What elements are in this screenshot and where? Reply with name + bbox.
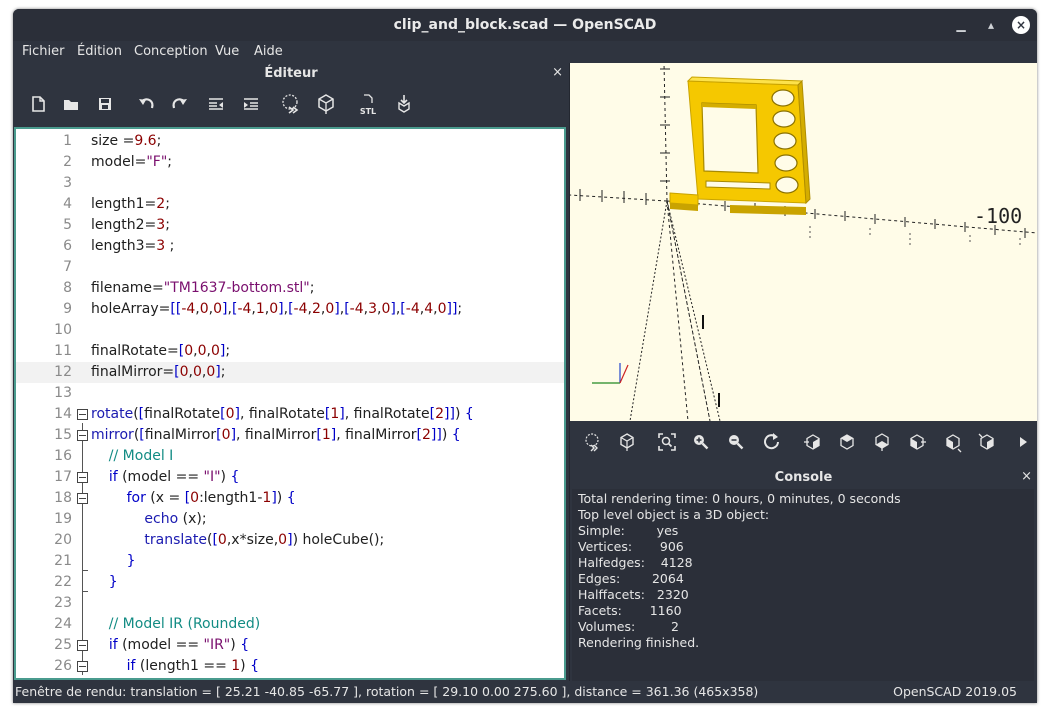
open-file-icon[interactable]	[58, 91, 84, 117]
console-line: Halfedges: 4128	[578, 555, 693, 570]
console-output[interactable]: Total rendering time: 0 hours, 0 minutes…	[572, 489, 1034, 681]
fold-toggle-icon[interactable]	[77, 430, 88, 441]
version-label: OpenSCAD 2019.05	[893, 684, 1017, 699]
view-back-icon[interactable]	[976, 431, 998, 453]
redo-icon[interactable]	[167, 91, 193, 117]
save-icon[interactable]	[92, 91, 118, 117]
code-line: 11 finalRotate=[0,0,0];	[54, 343, 231, 359]
fold-toggle-icon[interactable]	[77, 640, 88, 651]
console-title: Console	[774, 470, 833, 485]
zoom-in-icon[interactable]	[690, 431, 712, 453]
code-line: 8 filename="TM1637-bottom.stl";	[63, 280, 315, 296]
code-editor[interactable]: 1 size =9.6; 2 model="F"; 3 4 length1=2; 5l…	[14, 127, 566, 680]
code-line: 17 if (model == "I") {	[54, 469, 240, 485]
zoom-out-icon[interactable]	[725, 431, 747, 453]
menu-vue[interactable]: Vue	[215, 44, 239, 59]
editor-pane: Éditeur × STL 1 size =9.6; 2 model="F"; …	[13, 63, 569, 681]
fold-toggle-icon[interactable]	[77, 409, 88, 420]
indent-icon[interactable]	[238, 91, 264, 117]
code-line: 3	[63, 175, 72, 191]
code-line: 10	[54, 322, 72, 338]
render-icon[interactable]	[313, 91, 339, 117]
maximize-icon[interactable]: ▴	[983, 17, 999, 33]
view-right-icon[interactable]	[802, 431, 824, 453]
code-line: 5 length2=3;	[63, 217, 170, 233]
code-line: 6 length3=3 ;	[63, 238, 175, 254]
render-icon[interactable]	[616, 431, 638, 453]
menu-bar: Fichier Édition Conception Vue Aide	[13, 41, 1037, 63]
new-file-icon[interactable]	[25, 91, 51, 117]
svg-text:-100: -100	[974, 204, 1022, 228]
view-top-icon[interactable]	[836, 431, 858, 453]
view-front-icon[interactable]	[942, 431, 964, 453]
code-line: 16 // Model I	[54, 448, 174, 464]
code-line: 26 if (length1 == 1) {	[54, 658, 260, 674]
code-line: 24 // Model IR (Rounded)	[54, 616, 261, 632]
console-line: Vertices: 906	[578, 539, 684, 554]
code-line: 19 echo (x);	[54, 511, 207, 527]
title-bar: clip_and_block.scad — OpenSCAD ▁ ▴ ×	[13, 9, 1037, 41]
menu-aide[interactable]: Aide	[254, 44, 283, 59]
console-line: Volumes: 2	[578, 619, 679, 634]
code-line: 4 length1=2;	[63, 196, 170, 212]
console-close-button[interactable]: ×	[1021, 469, 1032, 484]
close-window-icon[interactable]: ×	[1012, 16, 1030, 34]
3d-scene: -100	[570, 63, 1037, 421]
preview-icon[interactable]	[582, 431, 604, 453]
code-line: 7	[63, 259, 72, 275]
console-line: Rendering finished.	[578, 635, 700, 650]
code-line: 18 for (x = [0:length1-1]) {	[54, 490, 296, 506]
editor-close-button[interactable]: ×	[552, 63, 563, 83]
code-line: 25 if (model == "IR") {	[54, 637, 250, 653]
code-line-current: 12 finalMirror=[0,0,0];	[16, 362, 564, 383]
3d-viewport[interactable]: -100	[570, 63, 1037, 421]
menu-fichier[interactable]: Fichier	[22, 44, 65, 59]
code-line: 22 }	[54, 574, 118, 590]
console-line: Top level object is a 3D object:	[578, 507, 770, 522]
console-line: Simple: yes	[578, 523, 679, 538]
console-line: Total rendering time: 0 hours, 0 minutes…	[578, 491, 901, 506]
code-line: 1 size =9.6;	[63, 133, 162, 149]
status-bar: Fenêtre de rendu: translation = [ 25.21 …	[13, 681, 1037, 703]
fold-toggle-icon[interactable]	[77, 493, 88, 504]
view-bottom-icon[interactable]	[871, 431, 893, 453]
code-line: 13	[54, 385, 72, 401]
code-line: 2 model="F";	[63, 154, 172, 170]
unindent-icon[interactable]	[203, 91, 229, 117]
minimize-icon[interactable]: ▁	[953, 17, 969, 33]
menu-conception[interactable]: Conception	[134, 44, 208, 59]
view-all-icon[interactable]	[656, 431, 678, 453]
code-line: 14 rotate([finalRotate[0], finalRotate[1]…	[54, 406, 474, 422]
window-title: clip_and_block.scad — OpenSCAD	[393, 17, 657, 33]
more-icon[interactable]	[1012, 431, 1034, 453]
menu-edition[interactable]: Édition	[77, 44, 122, 59]
reset-view-icon[interactable]	[761, 431, 783, 453]
code-line: 21 }	[54, 553, 136, 569]
view-left-icon[interactable]	[906, 431, 928, 453]
code-line: 9 holeArray=[[-4,0,0],[-4,1,0],[-4,2,0],[…	[63, 301, 463, 317]
view-toolbar	[570, 425, 1037, 461]
code-line: 20 translate([0,x*size,0]) holeCube();	[54, 532, 385, 548]
console-line: Halffacets: 2320	[578, 587, 689, 602]
app-window: clip_and_block.scad — OpenSCAD ▁ ▴ × Fic…	[13, 9, 1037, 703]
send-to-3d-print-icon[interactable]	[391, 91, 417, 117]
code-line: 23	[54, 595, 72, 611]
undo-icon[interactable]	[133, 91, 159, 117]
editor-toolbar: STL	[13, 91, 569, 121]
fold-toggle-icon[interactable]	[77, 661, 88, 672]
fold-toggle-icon[interactable]	[77, 472, 88, 483]
code-line: 15 mirror([finalMirror[0], finalMirror[1]…	[54, 427, 461, 443]
viewport-status: Fenêtre de rendu: translation = [ 25.21 …	[15, 684, 759, 699]
preview-icon[interactable]	[278, 91, 304, 117]
editor-title: Éditeur	[264, 66, 318, 81]
svg-text:STL: STL	[360, 107, 376, 116]
export-stl-icon[interactable]: STL	[355, 91, 381, 117]
model-3d	[669, 76, 811, 215]
console-line: Facets: 1160	[578, 603, 682, 618]
console-line: Edges: 2064	[578, 571, 684, 586]
